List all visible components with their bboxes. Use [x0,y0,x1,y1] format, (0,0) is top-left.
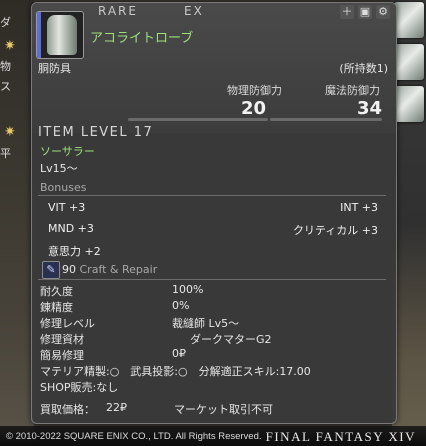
gear-slot-3[interactable] [394,86,424,122]
sell-price-label: 買取価格： [40,403,95,416]
durability-value: 100% [172,283,204,296]
bonus-vit: VIT +3 [48,201,86,214]
magic-defense-value: 34 [356,98,382,119]
class-job: ソーサラー [40,145,95,158]
needle-icon: ✎ [42,261,60,279]
spiritbond-value: 0% [172,299,190,312]
physical-defense-label: 物理防御力 [227,84,282,97]
background-label: ス [0,80,11,93]
lock-icon[interactable]: ▣ [358,5,372,19]
plus-icon[interactable]: ＋ [340,5,354,19]
repair-level-label: 修理レベル [40,317,95,330]
market-status: マーケット取引不可 [174,403,273,416]
item-name: アコライトローブ [90,31,194,46]
magic-defense-label: 魔法防御力 [325,84,380,97]
quick-repair-value: 0₽ [172,347,186,360]
section-divider [38,195,386,196]
bonus-determination: 意思力 +2 [48,245,101,258]
gear-icon[interactable]: ⚙ [376,5,390,19]
level-requirement: Lv15〜 [40,162,78,175]
item-slot: 胴防具 [38,62,71,75]
rarity-accent [37,12,41,58]
item-level: ITEM LEVEL 17 [38,125,154,140]
physical-defense-bar [128,118,268,121]
shop-info: SHOP販売:なし [40,381,119,394]
bonus-crit: クリティカル +3 [292,224,378,237]
spiritbond-label: 錬精度 [40,301,73,314]
sell-price-value: 22₽ [106,401,127,414]
craft-level: 90 [62,263,76,276]
game-logo: FINAL FANTASY XIV [265,429,416,444]
background-label: 物 [0,60,11,73]
craft-title-text: Craft & Repair [79,263,158,276]
header-icon-group: ＋ ▣ ⚙ [340,5,390,19]
star-icon: ✷ [4,38,16,54]
repair-level-value: 裁縫師 Lv5〜 [172,317,240,330]
durability-label: 耐久度 [40,285,73,298]
copyright-text: © 2010-2022 SQUARE ENIX CO., LTD. All Ri… [6,431,262,442]
materia-info: マテリア精製:○ 武具投影:○ 分解適正スキル:17.00 [40,365,311,378]
item-icon [36,11,84,59]
owned-count: (所持数1) [339,62,388,75]
robe-icon [47,15,77,55]
repair-material-value: ダークマターG2 [190,333,272,346]
bonuses-title: Bonuses [40,181,87,194]
repair-material-label: 修理資材 [40,333,84,346]
gear-slot-1[interactable] [394,2,424,38]
magic-defense-bar [270,118,382,121]
quick-repair-label: 簡易修理 [40,349,84,362]
background-label: ダ [0,16,11,29]
ex-tag: EX [184,4,204,18]
bonus-int: INT +3 [340,201,378,214]
rarity-tag: RARE [98,4,138,18]
section-divider [38,279,386,280]
craft-repair-title: 90 Craft & Repair [62,263,157,276]
bottom-bar: © 2010-2022 SQUARE ENIX CO., LTD. All Ri… [0,426,426,446]
physical-defense-value: 20 [240,98,266,119]
background-label: 平 [0,147,11,160]
item-tooltip: RARE EX ＋ ▣ ⚙ アコライトローブ 胴防具 (所持数1) 物理防御力 … [31,2,397,424]
star-icon: ✷ [4,124,16,140]
gear-slot-2[interactable] [394,44,424,80]
bonus-mnd: MND +3 [48,222,94,235]
